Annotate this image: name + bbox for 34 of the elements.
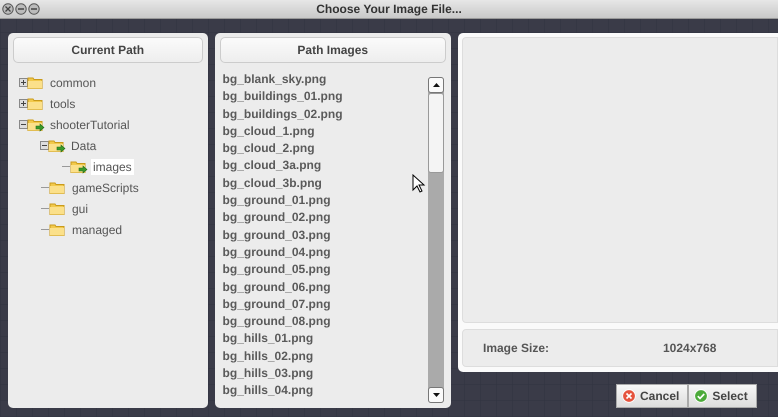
tree-item[interactable]: managed — [70, 222, 124, 238]
size-label: Image Size: — [483, 341, 550, 355]
file-item[interactable]: bg_blank_sky.png — [222, 71, 428, 88]
file-item[interactable]: bg_buildings_02.png — [222, 106, 428, 123]
file-item[interactable]: bg_ground_02.png — [222, 209, 428, 227]
file-item[interactable]: bg_ground_07.png — [222, 296, 428, 314]
file-item[interactable]: bg_hills_01.png — [222, 330, 428, 348]
window-title: Choose Your Image File... — [315, 2, 463, 16]
file-item[interactable]: bg_ground_03.png — [222, 226, 428, 244]
file-item[interactable]: bg_cloud_3a.png — [222, 157, 428, 175]
file-item[interactable]: bg_ground_08.png — [222, 313, 428, 330]
tree-item[interactable]: shooterTutorial — [48, 116, 132, 132]
file-item[interactable]: bg_hills_02.png — [222, 348, 428, 366]
tree-item[interactable]: Data — [69, 138, 98, 154]
tree-item[interactable]: common — [48, 74, 98, 90]
size-value: 1024x768 — [663, 341, 716, 355]
file-item[interactable]: bg_cloud_3b.png — [222, 174, 428, 192]
file-item[interactable]: bg_ground_05.png — [222, 261, 428, 279]
select-button[interactable]: Select — [688, 384, 757, 408]
file-item[interactable]: bg_cloud_2.png — [222, 140, 428, 158]
cancel-button[interactable]: Cancel — [616, 384, 688, 408]
file-item[interactable]: bg_hills_03.png — [222, 365, 428, 382]
file-item[interactable]: bg_ground_04.png — [222, 244, 428, 262]
tree-item[interactable]: images — [91, 158, 134, 174]
file-item[interactable]: bg_buildings_01.png — [222, 88, 428, 106]
file-item[interactable]: bg_hills_04.png — [222, 382, 428, 400]
tree-item[interactable]: tools — [48, 96, 78, 112]
file-item[interactable]: bg_ground_06.png — [222, 278, 428, 296]
file-item[interactable]: bg_ground_01.png — [222, 192, 428, 210]
tree-item[interactable]: gui — [70, 200, 90, 216]
panel-heading: Path Images — [220, 37, 446, 63]
tree-item[interactable]: gameScripts — [70, 180, 141, 196]
file-item[interactable]: bg_cloud_1.png — [222, 122, 428, 140]
panel-heading: Current Path — [13, 37, 203, 63]
